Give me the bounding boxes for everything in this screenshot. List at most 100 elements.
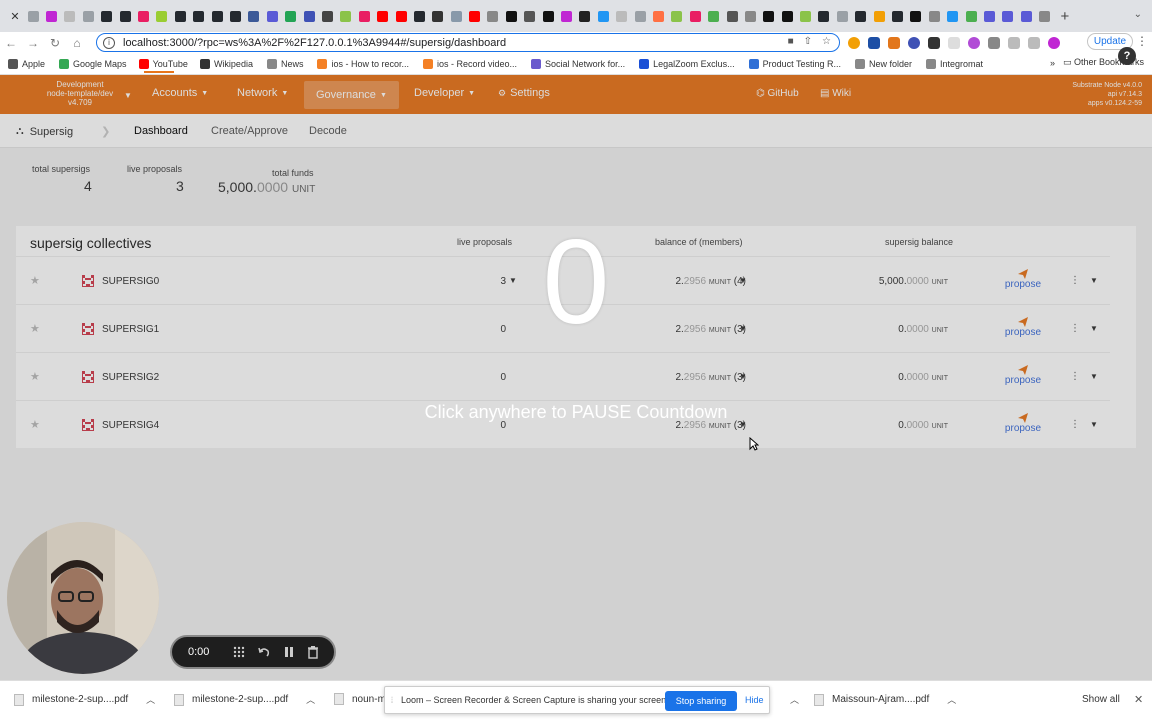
tab-favicon-icon[interactable] [760,7,778,25]
grid-icon[interactable] [232,645,246,659]
tab-favicon-icon[interactable] [576,7,594,25]
tab-favicon-icon[interactable] [631,7,649,25]
bookmark-item[interactable]: News [266,58,303,69]
tab-favicon-icon[interactable] [226,7,244,25]
undo-icon[interactable] [257,645,271,659]
bookmark-item[interactable]: ios - Record video... [423,58,517,69]
tab-favicon-icon[interactable] [999,7,1017,25]
bookmark-item[interactable]: Product Testing R... [748,58,841,69]
tab-favicon-icon[interactable] [613,7,631,25]
download-item[interactable]: milestone-2-sup....pdf ︿ [174,693,315,706]
tab-favicon-icon[interactable] [98,7,116,25]
chevron-up-icon[interactable]: ︿ [790,693,799,706]
bookmark-item[interactable]: ios - How to recor... [317,58,409,69]
tab-favicon-icon[interactable] [1035,7,1053,25]
tab-favicon-icon[interactable] [962,7,980,25]
forward-button[interactable]: → [22,36,44,50]
webcam-bubble[interactable] [7,522,159,674]
tab-favicon-icon[interactable] [134,7,152,25]
bookmark-item[interactable]: YouTube [138,58,188,69]
trash-icon[interactable] [306,645,320,659]
tab-favicon-icon[interactable] [833,7,851,25]
bookmark-item[interactable]: Apple [8,58,45,69]
tab-favicon-icon[interactable] [208,7,226,25]
tab-favicon-icon[interactable] [116,7,134,25]
tab-favicon-icon[interactable] [870,7,888,25]
countdown-overlay[interactable] [0,75,1152,680]
download-item[interactable]: Maissoun-Ajram....pdf ︿ [814,693,956,706]
home-button[interactable]: ⌂ [66,36,88,50]
bookmark-item[interactable]: Integromat [926,58,983,69]
tab-favicon-icon[interactable] [723,7,741,25]
qr-icon[interactable] [928,37,940,49]
tab-favicon-icon[interactable] [594,7,612,25]
extension-icon[interactable] [868,37,880,49]
new-tab-button[interactable]: + [1054,8,1076,25]
tab-favicon-icon[interactable] [980,7,998,25]
tab-favicon-icon[interactable] [521,7,539,25]
tab-favicon-icon[interactable] [704,7,722,25]
tab-favicon-icon[interactable] [944,7,962,25]
pause-countdown-message[interactable]: Click anywhere to PAUSE Countdown [0,402,1152,423]
extension-icon[interactable] [948,37,960,49]
tab-favicon-icon[interactable] [557,7,575,25]
chevron-up-icon[interactable]: ︿ [146,693,155,706]
tab-favicon-icon[interactable] [79,7,97,25]
tab-favicon-icon[interactable] [796,7,814,25]
tab-favicon-icon[interactable] [1017,7,1035,25]
tab-favicon-icon[interactable] [741,7,759,25]
metamask-icon[interactable] [888,37,900,49]
tab-favicon-icon[interactable] [668,7,686,25]
tab-favicon-icon[interactable] [410,7,428,25]
tab-favicon-icon[interactable] [245,7,263,25]
help-icon[interactable]: ? [1118,47,1136,65]
chevron-up-icon[interactable]: ︿ [306,693,315,706]
tab-favicon-icon[interactable] [337,7,355,25]
bookmark-item[interactable]: Social Network for... [531,58,625,69]
bookmark-item[interactable]: Google Maps [59,58,127,69]
extension-icon[interactable] [908,37,920,49]
download-item[interactable]: milestone-2-sup....pdf ︿ [14,693,155,706]
address-bar[interactable]: i localhost:3000/?rpc=ws%3A%2F%2F127.0.0… [96,33,840,52]
extension-icon[interactable] [968,37,980,49]
reload-button[interactable]: ↻ [44,36,66,50]
tab-favicon-icon[interactable] [429,7,447,25]
share-icon[interactable]: ⇧ [804,36,812,47]
tab-favicon-icon[interactable] [61,7,79,25]
tab-favicon-icon[interactable] [355,7,373,25]
tab-favicon-icon[interactable] [465,7,483,25]
tab-favicon-icon[interactable] [907,7,925,25]
info-icon[interactable]: i [103,36,115,49]
reading-list-icon[interactable] [1008,37,1020,49]
bookmark-star-icon[interactable]: ☆ [822,36,831,47]
extension-icon[interactable] [848,37,860,49]
tab-favicon-icon[interactable] [778,7,796,25]
bookmark-item[interactable]: New folder [855,58,912,69]
tab-favicon-icon[interactable] [649,7,667,25]
puzzle-icon[interactable] [988,37,1000,49]
browser-menu-icon[interactable]: ⋮ [1136,34,1148,48]
tab-favicon-icon[interactable] [686,7,704,25]
hide-button[interactable]: Hide [745,695,764,705]
tab-favicon-icon[interactable] [447,7,465,25]
tab-favicon-icon[interactable] [815,7,833,25]
download-item[interactable]: noun-m [334,693,386,705]
bookmark-item[interactable]: Wikipedia [199,58,253,69]
tab-favicon-icon[interactable] [171,7,189,25]
tab-favicon-icon[interactable] [392,7,410,25]
camera-icon[interactable]: ■ [788,36,794,47]
drag-handle-icon[interactable]: ⦙ [391,695,393,706]
tab-favicon-icon[interactable] [281,7,299,25]
tab-favicon-icon[interactable] [42,7,60,25]
stop-sharing-button[interactable]: Stop sharing [665,691,737,711]
profile-icon[interactable] [1048,37,1060,49]
back-button[interactable]: ← [0,36,22,50]
tab-favicon-icon[interactable] [539,7,557,25]
more-bookmarks-icon[interactable]: » [1050,58,1055,68]
chevron-up-icon[interactable]: ︿ [947,693,956,706]
tab-search-chevron-icon[interactable]: ⌄ [1134,9,1142,20]
tab-favicon-icon[interactable] [263,7,281,25]
close-tab-icon[interactable]: ✕ [6,7,24,25]
tab-favicon-icon[interactable] [484,7,502,25]
bookmark-item[interactable]: LegalZoom Exclus... [639,58,735,69]
